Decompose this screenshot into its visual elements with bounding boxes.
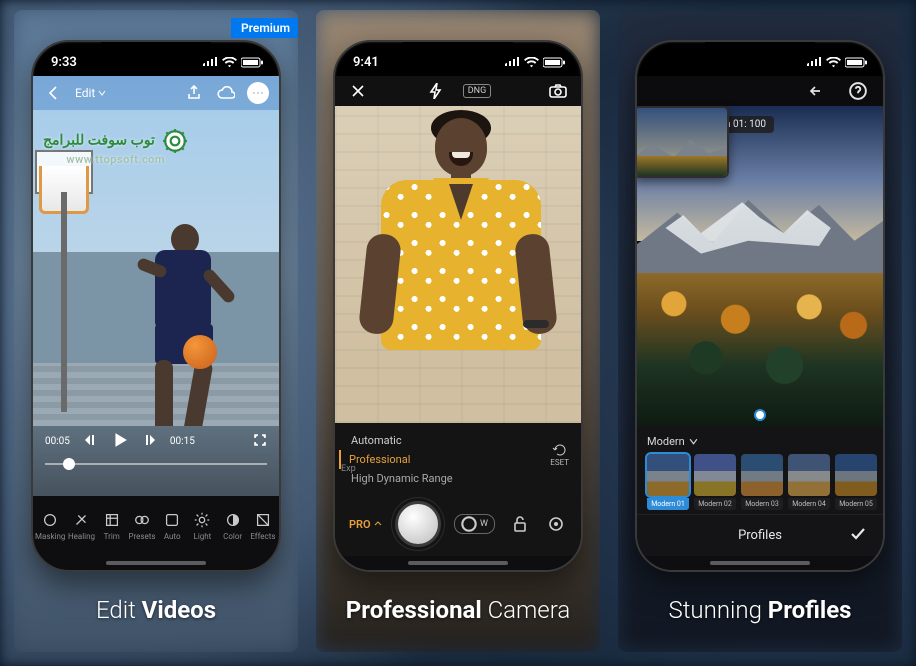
wifi-icon xyxy=(222,57,237,68)
caption-pro-camera: Professional Camera xyxy=(316,572,600,652)
tool-light[interactable]: Light xyxy=(188,511,216,541)
tool-strip: Masking Healing Trim Presets Auto Light … xyxy=(33,496,279,556)
close-icon[interactable] xyxy=(347,80,369,102)
tool-masking[interactable]: Masking xyxy=(35,511,65,541)
flash-icon[interactable] xyxy=(425,80,447,102)
status-time: 9:33 xyxy=(51,55,77,70)
video-preview[interactable] xyxy=(33,110,279,426)
phone-pro-camera: 9:41 DNG xyxy=(333,40,583,572)
viewfinder[interactable] xyxy=(335,106,581,423)
mode-professional[interactable]: Professional xyxy=(339,450,567,469)
camera-switch-icon[interactable] xyxy=(547,80,569,102)
share-icon[interactable] xyxy=(183,82,205,104)
intensity-slider-handle[interactable] xyxy=(754,409,766,421)
preset-modern-03[interactable]: Modern 03 xyxy=(741,454,783,510)
shutter-button[interactable] xyxy=(395,501,441,547)
mode-hdr[interactable]: High Dynamic Range xyxy=(349,469,567,488)
home-indicator xyxy=(637,556,883,570)
pro-mode-button[interactable]: PRO xyxy=(349,518,382,531)
edit-dropdown[interactable]: Edit xyxy=(75,86,106,100)
tool-healing[interactable]: Healing xyxy=(67,511,95,541)
mode-automatic[interactable]: Automatic xyxy=(349,431,567,450)
profiles-tab[interactable]: Profiles xyxy=(637,514,883,556)
playback-controls: 00:05 00:15 xyxy=(33,426,279,496)
more-icon[interactable] xyxy=(247,82,269,104)
next-frame-icon[interactable] xyxy=(142,433,156,450)
profiles-topbar xyxy=(637,76,883,106)
time-end: 00:15 xyxy=(170,436,195,447)
phone-profiles: odern 01: 100 Modern Modern 01 Modern 02… xyxy=(635,40,885,572)
caption-edit-videos: Edit Videos xyxy=(14,572,298,652)
profiles-label: Profiles xyxy=(738,528,782,543)
preset-modern-05[interactable]: Modern 05 xyxy=(835,454,877,510)
status-time: 9:41 xyxy=(353,55,379,70)
tool-color[interactable]: Color xyxy=(219,511,247,541)
home-indicator xyxy=(33,556,279,570)
preset-modern-02[interactable]: Modern 02 xyxy=(694,454,736,510)
settings-wheel-icon[interactable] xyxy=(545,513,567,535)
preset-modern-04[interactable]: Modern 04 xyxy=(788,454,830,510)
reset-button[interactable]: ESET xyxy=(550,443,569,467)
battery-icon xyxy=(845,57,867,68)
battery-icon xyxy=(241,57,263,68)
scrubber[interactable] xyxy=(45,463,267,465)
battery-icon xyxy=(543,57,565,68)
undo-icon[interactable] xyxy=(807,80,829,102)
tool-effects[interactable]: Effects xyxy=(249,511,277,541)
cloud-icon[interactable] xyxy=(215,82,237,104)
compare-thumbnail[interactable] xyxy=(635,106,729,178)
format-dng[interactable]: DNG xyxy=(463,84,491,98)
help-icon[interactable] xyxy=(847,80,869,102)
lock-icon[interactable] xyxy=(509,513,531,535)
wifi-icon xyxy=(826,57,841,68)
premium-badge: Premium xyxy=(231,18,298,38)
preset-modern-01[interactable]: Modern 01 xyxy=(647,454,689,510)
white-balance-button[interactable]: W xyxy=(454,514,495,534)
caption-profiles: Stunning Profiles xyxy=(618,572,902,652)
apply-check-icon[interactable] xyxy=(849,525,867,547)
tool-auto[interactable]: Auto xyxy=(158,511,186,541)
preset-group-dropdown[interactable]: Modern xyxy=(647,435,873,448)
exposure-label: Exp xyxy=(341,464,356,474)
home-indicator xyxy=(335,556,581,570)
play-icon[interactable] xyxy=(112,432,128,451)
expand-icon[interactable] xyxy=(253,433,267,450)
back-icon[interactable] xyxy=(43,82,65,104)
edit-label-text: Edit xyxy=(75,86,95,100)
tool-trim[interactable]: Trim xyxy=(98,511,126,541)
prev-frame-icon[interactable] xyxy=(84,433,98,450)
mode-list: Automatic Professional High Dynamic Rang… xyxy=(335,423,581,492)
tool-presets[interactable]: Presets xyxy=(128,511,156,541)
time-start: 00:05 xyxy=(45,436,70,447)
phone-edit-videos: 9:33 Edit xyxy=(31,40,281,572)
scrubber-handle[interactable] xyxy=(63,458,75,470)
wifi-icon xyxy=(524,57,539,68)
preset-bar: Modern Modern 01 Modern 02 Modern 03 Mod… xyxy=(637,427,883,514)
